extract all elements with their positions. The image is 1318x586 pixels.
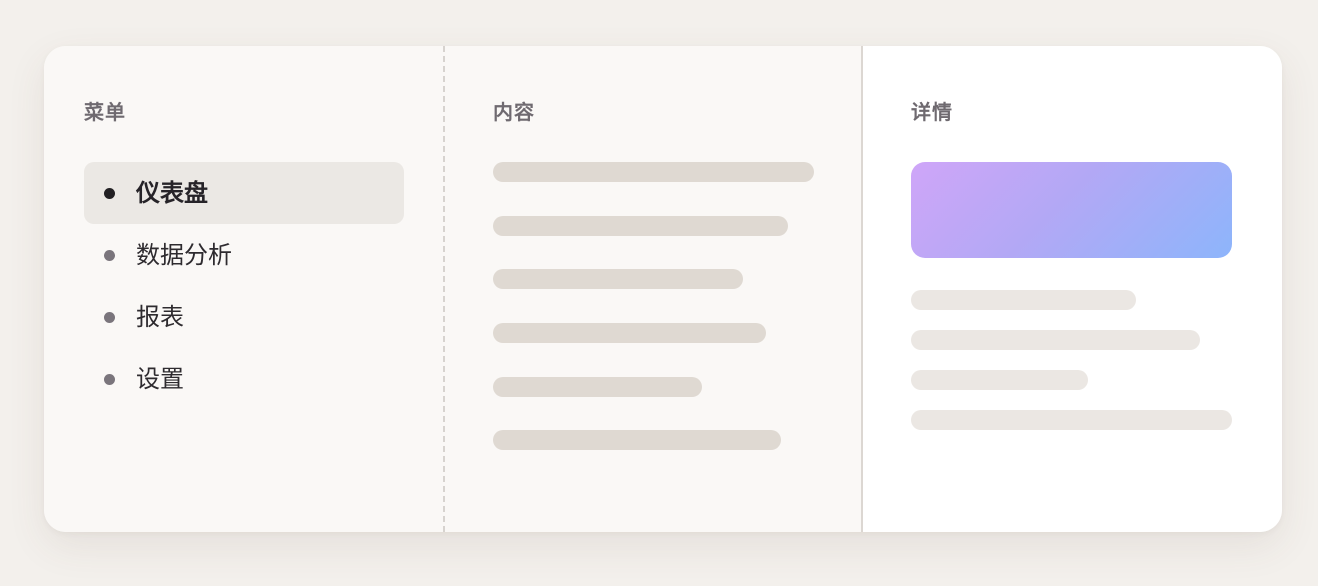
- bullet-dot-icon: [104, 373, 115, 385]
- content-skeleton-line: [493, 430, 781, 450]
- menu-pane-title: 菜单: [84, 100, 126, 124]
- bullet-dot-icon: [104, 311, 115, 323]
- bullet-dot-icon: [104, 249, 115, 261]
- detail-skeleton-line: [911, 330, 1200, 350]
- content-skeleton-line: [493, 377, 702, 397]
- content-skeleton-line: [493, 323, 766, 343]
- menu-item-dashboard[interactable]: 仪表盘: [84, 162, 404, 224]
- menu-item-reports[interactable]: 报表: [84, 286, 404, 348]
- content-skeleton-line: [493, 269, 743, 289]
- menu-item-label: 仪表盘: [136, 179, 208, 207]
- bullet-dot-icon: [104, 187, 115, 199]
- detail-pane-title: 详情: [911, 100, 953, 124]
- detail-skeleton-line: [911, 370, 1088, 390]
- three-pane-card: 菜单 仪表盘 数据分析 报表 设置 内容 详情: [44, 46, 1282, 532]
- detail-pane: 详情: [863, 46, 1282, 532]
- content-skeleton-line: [493, 216, 788, 236]
- gradient-image-placeholder: [911, 162, 1232, 258]
- menu-item-label: 数据分析: [136, 241, 232, 269]
- menu-item-data-analysis[interactable]: 数据分析: [84, 224, 404, 286]
- menu-item-label: 设置: [136, 365, 184, 393]
- content-pane: 内容: [445, 46, 863, 532]
- detail-skeleton-line: [911, 290, 1136, 310]
- detail-skeleton-line: [911, 410, 1232, 430]
- content-pane-title: 内容: [493, 100, 535, 124]
- menu-item-settings[interactable]: 设置: [84, 348, 404, 410]
- content-skeleton-line: [493, 162, 814, 182]
- menu-pane: 菜单 仪表盘 数据分析 报表 设置: [44, 46, 445, 532]
- menu-item-label: 报表: [136, 303, 184, 331]
- menu-list: 仪表盘 数据分析 报表 设置: [84, 162, 404, 410]
